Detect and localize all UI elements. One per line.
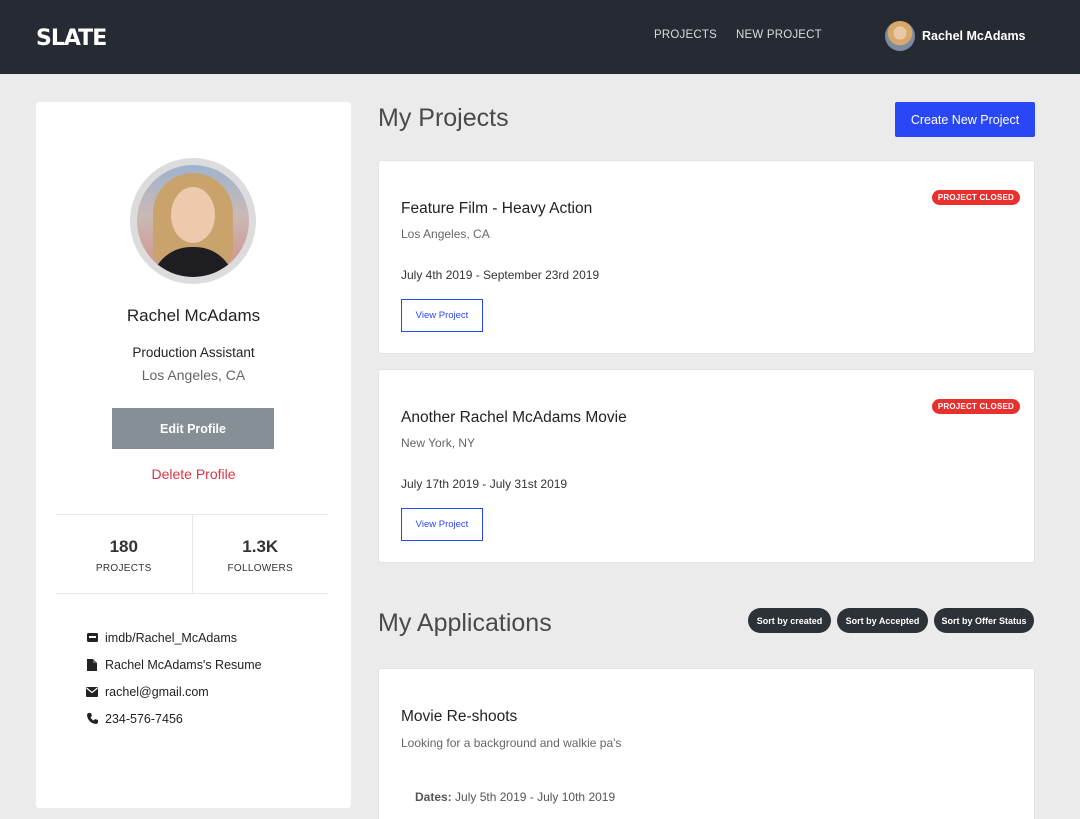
contact-resume[interactable]: Rachel McAdams's Resume — [86, 651, 262, 678]
project-dates: July 4th 2019 - September 23rd 2019 — [401, 268, 600, 282]
application-title: Movie Re-shoots — [401, 708, 518, 725]
application-description: Looking for a background and walkie pa's — [401, 736, 622, 750]
project-location: New York, NY — [401, 436, 476, 450]
project-title: Feature Film - Heavy Action — [401, 200, 593, 217]
stat-projects: 180 PROJECTS — [56, 515, 192, 593]
stat-followers-value: 1.3K — [242, 537, 279, 556]
profile-photo — [137, 165, 249, 277]
navbar: SLATE PROJECTS NEW PROJECT Rachel McAdam… — [0, 0, 1080, 74]
envelope-icon — [86, 686, 98, 698]
contact-email-text: rachel@gmail.com — [105, 684, 209, 699]
profile-avatar — [130, 158, 256, 284]
status-badge: PROJECT CLOSED — [931, 190, 1020, 205]
application-dates-label: Dates: — [415, 790, 452, 804]
project-location: Los Angeles, CA — [401, 227, 490, 241]
create-new-project-button[interactable]: Create New Project — [895, 102, 1035, 137]
contact-email[interactable]: rachel@gmail.com — [86, 678, 262, 705]
delete-profile-link[interactable]: Delete Profile — [36, 466, 351, 482]
slate-logo[interactable]: SLATE — [36, 26, 107, 51]
profile-card: Rachel McAdams Production Assistant Los … — [36, 102, 351, 808]
my-applications-heading: My Applications — [378, 609, 552, 637]
project-card: PROJECT CLOSED Another Rachel McAdams Mo… — [378, 369, 1035, 563]
document-icon — [86, 658, 98, 671]
contact-imdb-text: imdb/Rachel_McAdams — [105, 630, 237, 645]
profile-role: Production Assistant — [132, 345, 255, 360]
view-project-button[interactable]: View Project — [401, 508, 483, 541]
nav-username: Rachel McAdams — [922, 29, 1026, 43]
nav-user-menu[interactable]: Rachel McAdams — [885, 21, 1026, 51]
project-title: Another Rachel McAdams Movie — [401, 409, 627, 426]
my-projects-heading: My Projects — [378, 104, 509, 132]
application-dates: Dates: July 5th 2019 - July 10th 2019 — [415, 790, 615, 804]
avatar — [885, 21, 915, 51]
imdb-icon — [86, 632, 98, 644]
stat-projects-value: 180 — [109, 537, 138, 556]
view-project-button[interactable]: View Project — [401, 299, 483, 332]
profile-stats: 180 PROJECTS 1.3K FOLLOWERS — [56, 514, 328, 594]
nav-link-new-project[interactable]: NEW PROJECT — [736, 29, 822, 41]
profile-location: Los Angeles, CA — [141, 367, 246, 383]
contact-list: imdb/Rachel_McAdams Rachel McAdams's Res… — [86, 624, 262, 732]
contact-phone[interactable]: 234-576-7456 — [86, 705, 262, 732]
contact-imdb[interactable]: imdb/Rachel_McAdams — [86, 624, 262, 651]
project-card: PROJECT CLOSED Feature Film - Heavy Acti… — [378, 160, 1035, 354]
nav-link-projects[interactable]: PROJECTS — [654, 29, 717, 41]
project-dates: July 17th 2019 - July 31st 2019 — [401, 477, 568, 491]
contact-resume-text: Rachel McAdams's Resume — [105, 657, 262, 672]
profile-name: Rachel McAdams — [126, 306, 261, 325]
stat-projects-label: PROJECTS — [95, 563, 152, 574]
sort-by-offer-status-button[interactable]: Sort by Offer Status — [934, 608, 1034, 633]
application-card: Movie Re-shoots Looking for a background… — [378, 668, 1035, 819]
status-badge: PROJECT CLOSED — [931, 399, 1020, 414]
application-dates-value: July 5th 2019 - July 10th 2019 — [455, 790, 616, 804]
phone-icon — [86, 713, 98, 725]
stat-followers-label: FOLLOWERS — [227, 563, 293, 574]
edit-profile-button[interactable]: Edit Profile — [112, 408, 274, 449]
stat-followers: 1.3K FOLLOWERS — [191, 515, 329, 593]
contact-phone-text: 234-576-7456 — [105, 711, 183, 726]
sort-by-created-button[interactable]: Sort by created — [748, 608, 831, 633]
sort-by-accepted-button[interactable]: Sort by Accepted — [837, 608, 928, 633]
